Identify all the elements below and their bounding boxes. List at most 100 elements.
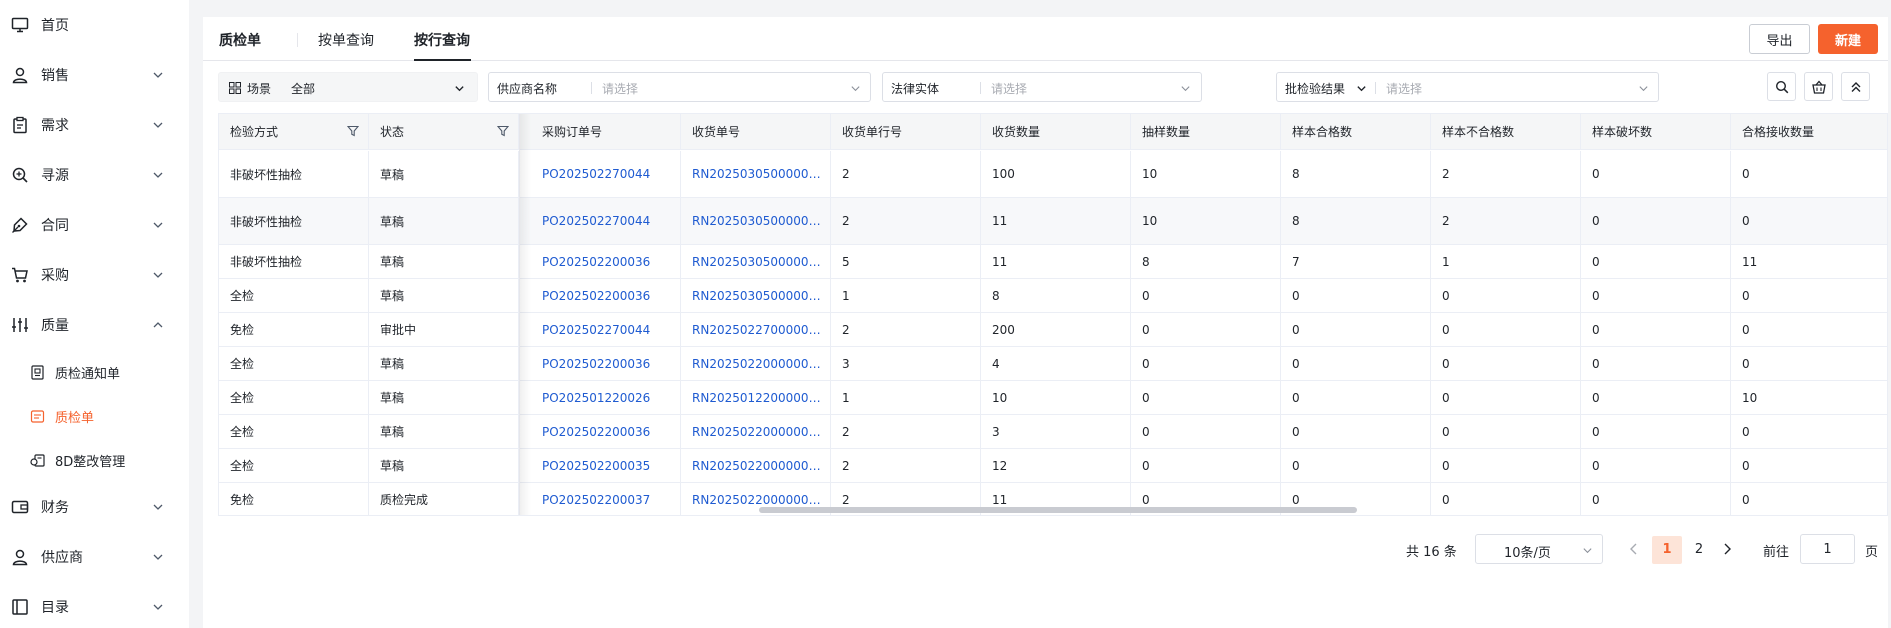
po-number-link[interactable]: PO202502200036 — [531, 279, 681, 312]
chevron-down-icon — [153, 72, 163, 78]
sub-item-inspection-notice[interactable]: 质检通知单 — [0, 350, 189, 394]
nav-item-sourcing[interactable]: 寻源 — [0, 150, 189, 200]
cell-text: PO202502270044 — [542, 214, 651, 228]
filter-icon[interactable] — [347, 125, 359, 137]
po-number-link[interactable]: PO202502200037 — [531, 483, 681, 515]
receipt-line-cell: 1 — [831, 279, 981, 312]
page-size-select[interactable]: 10条/页 — [1475, 534, 1603, 564]
scene-select[interactable]: 场景 全部 — [218, 72, 478, 102]
nav-item-quality[interactable]: 质量 — [0, 300, 189, 350]
export-button[interactable]: 导出 — [1749, 24, 1810, 54]
chevron-down-icon — [153, 122, 163, 128]
table-row[interactable]: 非破坏性抽检 草稿 PO202502200036 RN2025030500000023… — [219, 245, 1887, 279]
supplier-filter-placeholder: 请选择 — [602, 82, 639, 96]
receipt-number-link[interactable]: RN2025030500000020… — [681, 151, 831, 197]
clear-filter-button[interactable] — [1804, 72, 1833, 101]
receipt-number-link[interactable]: RN2025022700000017… — [681, 313, 831, 346]
cell-text: 0 — [1292, 322, 1300, 337]
sample-fail-cell: 1 — [1431, 245, 1581, 278]
po-number-link[interactable]: PO202502270044 — [531, 313, 681, 346]
legal-entity-filter[interactable]: 法律实体 请选择 — [882, 72, 1202, 102]
horizontal-scrollbar[interactable] — [759, 507, 1357, 513]
cell-text: 0 — [1442, 356, 1450, 371]
tab-inspection[interactable]: 质检单 — [219, 30, 261, 50]
sample-damaged-cell: 0 — [1581, 198, 1731, 244]
table-row[interactable]: 免检 审批中 PO202502270044 RN2025022700000017… 2 2… — [219, 313, 1887, 347]
table-row[interactable]: 全检 草稿 PO202502200036 RN2025022000000015… 3 4 0… — [219, 347, 1887, 381]
nav-item-sales[interactable]: 销售 — [0, 50, 189, 100]
new-button[interactable]: 新建 — [1818, 24, 1878, 54]
sample-qty-cell: 10 — [1131, 198, 1281, 244]
cell-text: 0 — [1442, 458, 1450, 473]
batch-result-filter-label: 批检验结果 — [1285, 82, 1346, 96]
receipt-number-link[interactable]: RN2025030500000023… — [681, 245, 831, 278]
cell-text: RN2025022000000012… — [692, 458, 830, 473]
po-number-link[interactable]: PO202502270044 — [531, 198, 681, 244]
po-number-link[interactable]: PO202502200035 — [531, 449, 681, 482]
filter-icon[interactable] — [497, 125, 509, 137]
receipt-number-link[interactable]: RN2025012200000009… — [681, 381, 831, 414]
po-number-link[interactable]: PO202502200036 — [531, 347, 681, 380]
chevron-down-icon — [1639, 86, 1648, 92]
po-number-link[interactable]: PO202502200036 — [531, 245, 681, 278]
cell-text: 200 — [992, 322, 1015, 337]
cell-text: 0 — [1292, 390, 1300, 405]
batch-result-filter[interactable]: 批检验结果 请选择 — [1276, 72, 1659, 102]
cell-text: 11 — [1742, 254, 1758, 269]
table-row[interactable]: 非破坏性抽检 草稿 PO202502270044 RN2025030500000020… — [219, 151, 1887, 198]
page-number[interactable]: 1 — [1652, 536, 1682, 564]
receipt-number-link[interactable]: RN2025030500000021… — [681, 198, 831, 244]
table-row[interactable]: 全检 草稿 PO202502200036 RN2025022000000015… 2 3 0… — [219, 415, 1887, 449]
nav-item-purchase[interactable]: 采购 — [0, 250, 189, 300]
tab-divider — [297, 33, 298, 47]
nav-item-demand[interactable]: 需求 — [0, 100, 189, 150]
received-qty-cell: 11 — [981, 198, 1131, 244]
goto-page-input[interactable] — [1800, 534, 1855, 564]
nav-item-home[interactable]: 首页 — [0, 0, 189, 50]
sidebar: 首页 销售 需求 寻源 合同 采购 质量 质检通知单 质检单 8D整改管理 财务… — [0, 0, 189, 628]
table-row[interactable]: 非破坏性抽检 草稿 PO202502270044 RN2025030500000021… — [219, 198, 1887, 245]
nav-item-contract[interactable]: 合同 — [0, 200, 189, 250]
prev-page-icon[interactable] — [1624, 539, 1644, 559]
cell-text: 0 — [1142, 424, 1150, 439]
tab-by-line[interactable]: 按行查询 — [414, 30, 470, 50]
table-row[interactable]: 全检 草稿 PO202501220026 RN2025012200000009… 1 10… — [219, 381, 1887, 415]
cell-text: 11 — [992, 254, 1008, 269]
po-number-link[interactable]: PO202502200036 — [531, 415, 681, 448]
inspection-icon — [30, 410, 45, 423]
nav-item-catalog[interactable]: 目录 — [0, 582, 189, 628]
receipt-line-cell: 5 — [831, 245, 981, 278]
tab-by-order[interactable]: 按单查询 — [318, 30, 374, 50]
pen-icon — [12, 217, 28, 233]
supplier-filter[interactable]: 供应商名称 请选择 — [488, 72, 871, 102]
cell-text: 0 — [1592, 167, 1600, 181]
table-row[interactable]: 全检 草稿 PO202502200036 RN2025030500000023… 1 8 0… — [219, 279, 1887, 313]
status-cell: 审批中 — [369, 313, 519, 346]
nav-item-finance[interactable]: 财务 — [0, 482, 189, 532]
next-page-icon[interactable] — [1717, 539, 1737, 559]
received-qty-cell: 12 — [981, 449, 1131, 482]
cell-text: 0 — [1592, 254, 1600, 269]
chevron-down-icon — [153, 554, 163, 560]
sub-item-8d-rectify[interactable]: 8D整改管理 — [0, 438, 189, 482]
cell-text: 8 — [992, 288, 1000, 303]
nav-item-supplier[interactable]: 供应商 — [0, 532, 189, 582]
sample-pass-cell: 0 — [1281, 381, 1431, 414]
po-number-link[interactable]: PO202502270044 — [531, 151, 681, 197]
po-number-link[interactable]: PO202501220026 — [531, 381, 681, 414]
column-header: 样本合格数 — [1281, 114, 1431, 150]
page-number[interactable]: 2 — [1684, 536, 1714, 564]
column-header: 采购订单号 — [531, 114, 681, 150]
collapse-filter-button[interactable] — [1841, 72, 1870, 101]
search-button[interactable] — [1767, 72, 1796, 101]
receipt-number-link[interactable]: RN2025022000000012… — [681, 449, 831, 482]
sub-item-inspection[interactable]: 质检单 — [0, 394, 189, 438]
sample-qty-cell: 0 — [1131, 415, 1281, 448]
cell-text: RN2025022700000017… — [692, 322, 830, 337]
receipt-number-link[interactable]: RN2025030500000023… — [681, 279, 831, 312]
receipt-number-link[interactable]: RN2025022000000015… — [681, 415, 831, 448]
cell-text: 0 — [1592, 322, 1600, 337]
cell-text: 10 — [992, 390, 1008, 405]
receipt-number-link[interactable]: RN2025022000000015… — [681, 347, 831, 380]
table-row[interactable]: 全检 草稿 PO202502200035 RN2025022000000012… 2 12… — [219, 449, 1887, 483]
